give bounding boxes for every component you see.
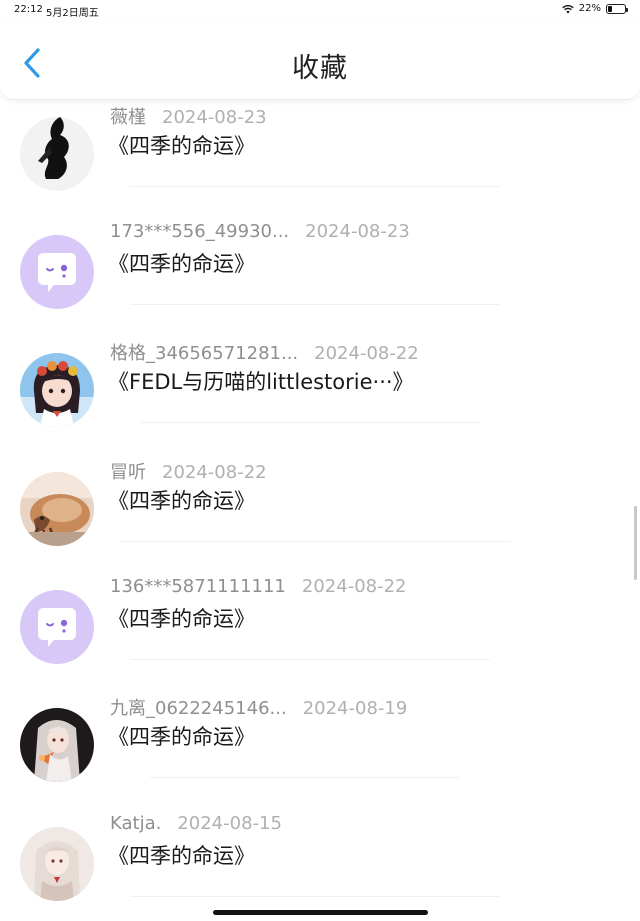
battery-icon xyxy=(606,3,628,14)
divider xyxy=(130,186,500,187)
divider xyxy=(130,659,490,660)
favorite-title[interactable]: 《四季的命运》 xyxy=(108,603,255,633)
user-name[interactable]: Katja. xyxy=(110,813,161,834)
favorite-title[interactable]: 《四季的命运》 xyxy=(108,248,255,278)
divider xyxy=(120,541,510,542)
favorite-title[interactable]: 《FEDL与历喵的littlestorie···》 xyxy=(108,366,414,396)
avatar[interactable] xyxy=(20,590,94,664)
list-item[interactable]: 冒听 2024-08-22 《四季的命运》 xyxy=(0,452,640,570)
battery-percent: 22% xyxy=(578,3,601,14)
list-item[interactable]: Katja. 2024-08-15 《四季的命运》 xyxy=(0,807,640,921)
post-date: 2024-08-22 xyxy=(301,576,407,597)
divider xyxy=(150,777,460,778)
favorite-title[interactable]: 《四季的命运》 xyxy=(108,130,255,160)
list-item[interactable]: 薇槿 2024-08-23 《四季的命运》 xyxy=(0,97,640,215)
page-title: 收藏 xyxy=(292,53,348,84)
item-meta: 136***5871111111 2024-08-22 xyxy=(110,576,407,597)
user-name[interactable]: 格格_34656571281... xyxy=(110,343,298,364)
post-date: 2024-08-23 xyxy=(305,221,410,242)
list-item[interactable]: 格格_34656571281... 2024-08-22 《FEDL与历喵的litt… xyxy=(0,333,640,451)
item-meta: Katja. 2024-08-15 xyxy=(110,813,282,834)
status-date: 5月2日周五 xyxy=(46,8,99,19)
avatar[interactable] xyxy=(20,235,94,309)
user-name[interactable]: 薇槿 xyxy=(110,107,146,128)
post-date: 2024-08-22 xyxy=(314,343,419,364)
user-name[interactable]: 173***556_49930... xyxy=(110,221,289,242)
item-meta: 薇槿 2024-08-23 xyxy=(110,103,267,129)
favorite-title[interactable]: 《四季的命运》 xyxy=(108,721,255,751)
item-meta: 九离_0622245146... 2024-08-19 xyxy=(110,694,407,720)
scroll-indicator[interactable] xyxy=(634,506,637,580)
wifi-icon xyxy=(562,4,574,13)
divider xyxy=(140,422,480,423)
user-name[interactable]: 冒听 xyxy=(110,462,146,483)
avatar[interactable] xyxy=(20,708,94,782)
avatar[interactable] xyxy=(20,472,94,546)
status-bar: 22:12 5月2日周五 22% xyxy=(0,0,640,22)
post-date: 2024-08-15 xyxy=(177,813,282,834)
list-item[interactable]: 九离_0622245146... 2024-08-19 《四季的命运》 xyxy=(0,688,640,806)
post-date: 2024-08-23 xyxy=(162,107,267,128)
status-time: 22:12 xyxy=(14,4,43,15)
post-date: 2024-08-22 xyxy=(162,462,267,483)
item-meta: 冒听 2024-08-22 xyxy=(110,458,267,484)
user-name[interactable]: 九离_0622245146... xyxy=(110,698,287,719)
post-date: 2024-08-19 xyxy=(302,698,408,719)
divider xyxy=(130,896,500,897)
status-indicators: 22% xyxy=(562,3,628,14)
list-item[interactable]: 173***556_49930... 2024-08-23 《四季的命运》 xyxy=(0,215,640,333)
user-name[interactable]: 136***5871111111 xyxy=(110,576,286,597)
favorite-title[interactable]: 《四季的命运》 xyxy=(108,485,255,515)
avatar[interactable] xyxy=(20,117,94,191)
nav-bar: 收藏 xyxy=(0,22,640,100)
avatar[interactable] xyxy=(20,827,94,901)
list-item[interactable]: 136***5871111111 2024-08-22 《四季的命运》 xyxy=(0,570,640,688)
favorites-screen: 22:12 5月2日周五 22% 薇槿 2024-08-23 《四季的命运》 173… xyxy=(0,0,640,921)
home-indicator[interactable] xyxy=(213,910,428,915)
item-meta: 173***556_49930... 2024-08-23 xyxy=(110,221,410,242)
favorite-title[interactable]: 《四季的命运》 xyxy=(108,840,255,870)
avatar[interactable] xyxy=(20,353,94,427)
divider xyxy=(130,304,500,305)
item-meta: 格格_34656571281... 2024-08-22 xyxy=(110,339,419,365)
